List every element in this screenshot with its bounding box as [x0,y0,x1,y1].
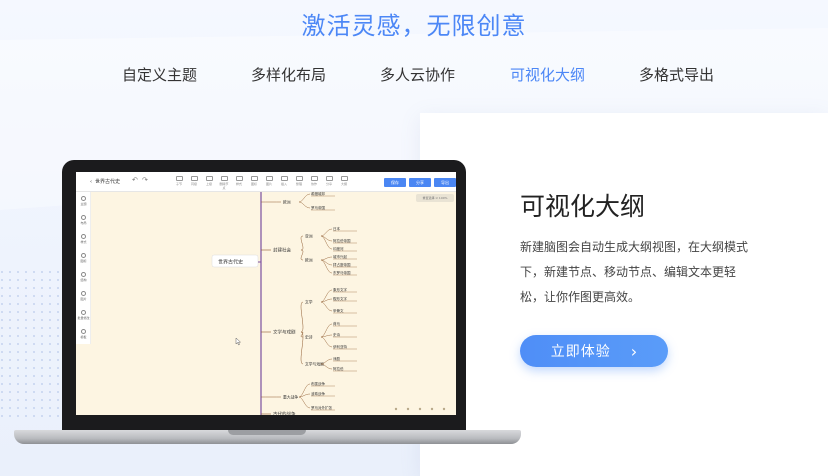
feature-tabs: 自定义主题 多样化布局 多人云协作 可视化大纲 多格式导出 [0,64,828,90]
tab-export[interactable]: 多格式导出 [639,64,714,85]
child-connector [300,301,304,333]
leaf-label: 史诗 [333,332,341,337]
branch-label: 古代的战争 [273,411,296,416]
leaf-label: 城市兴起 [333,254,347,259]
leaf-label: 甲骨文 [333,308,344,313]
canvas-control-dot [418,407,422,411]
try-now-label: 立即体验 [550,344,611,360]
leaf-label: 东罗马帝国 [333,270,351,275]
leaf-label: 波希战争 [311,391,325,396]
page-headline: 激活灵感，无限创意 [301,12,527,40]
leaf-connector [320,259,333,274]
canvas-control-dot [406,407,410,411]
leaf-label: 日本 [333,226,341,231]
branch-label: 封建社会 [273,247,291,254]
child-connector [300,249,304,261]
feature-description: 新建脑图会自动生成大纲视图，在大纲模式下，新建节点、移动节点、编辑文本更轻松，让… [520,240,749,304]
tab-layout[interactable]: 多样化布局 [251,64,326,85]
leaf-label: 楔形文字 [333,296,347,301]
leaf-label: 阿拉伯 [333,366,344,371]
leaf-connector [320,235,333,250]
canvas-control-dot [430,407,434,411]
leaf-label: 印度河 [333,246,344,251]
child-label: 欧洲 [283,200,291,205]
leaf-connector [320,228,333,237]
tab-custom-theme[interactable]: 自定义主题 [122,64,197,85]
root-node-label: 世界古代史 [218,259,243,266]
leaf-label: 拜占庭帝国 [333,262,351,267]
child-label: 重大战争 [283,395,298,400]
canvas-control-dot [442,407,446,411]
leaf-connector [320,256,333,261]
leaf-connector [320,298,333,303]
child-label: 文学 [305,300,313,305]
leaf-label: 罗马帝国 [311,205,325,210]
leaf-connector [320,336,333,348]
branch-label: 文学与戏剧 [273,329,296,336]
leaf-connector [298,201,311,209]
laptop-screen: ‹ 世界古代史 ↶ ↷ 子节 同级 上级 删除节点 样式 图标 图片 插入 整理 协作 分享 大纲 保存… [76,172,456,415]
laptop-notch [228,430,306,435]
leaf-label: 荷马 [333,321,341,326]
leaf-connector [298,193,311,203]
leaf-label: 戏剧 [333,356,341,361]
leaf-label: 布匿战争 [311,381,325,386]
chevron-right-icon: › [630,341,638,361]
leaf-label: 象形文字 [333,287,347,292]
mindmap-canvas: 世界古代史欧洲希腊城邦罗马帝国封建社会亚洲日本阿拉伯帝国印度河欧洲城市兴起拜占庭… [211,191,446,416]
tab-visual-outline[interactable]: 可视化大纲 [510,64,585,85]
cursor-icon [235,337,242,346]
leaf-label: 希腊城邦 [311,191,325,196]
leaf-connector [298,393,311,398]
leaf-connector [298,383,311,398]
feature-title: 可视化大纲 [520,192,646,221]
leaf-label: 罗马对外扩张 [311,405,332,410]
try-now-button[interactable]: 立即体验 › [520,335,668,367]
leaf-connector [298,396,311,409]
leaf-label: 阿拉伯帝国 [333,238,351,243]
child-connector [300,235,304,251]
tab-cloud-collab[interactable]: 多人云协作 [380,64,455,85]
leaf-connector [320,301,333,312]
child-label: 亚洲 [305,234,313,239]
child-label: 欧洲 [305,258,313,263]
canvas-control-dot [394,407,398,411]
leaf-label: 伊利亚特 [333,344,347,349]
feature-card: 可视化大纲 新建脑图会自动生成大纲视图，在大纲模式下，新建节点、移动节点、编辑文… [420,113,828,476]
child-label: 史诗 [305,335,313,340]
